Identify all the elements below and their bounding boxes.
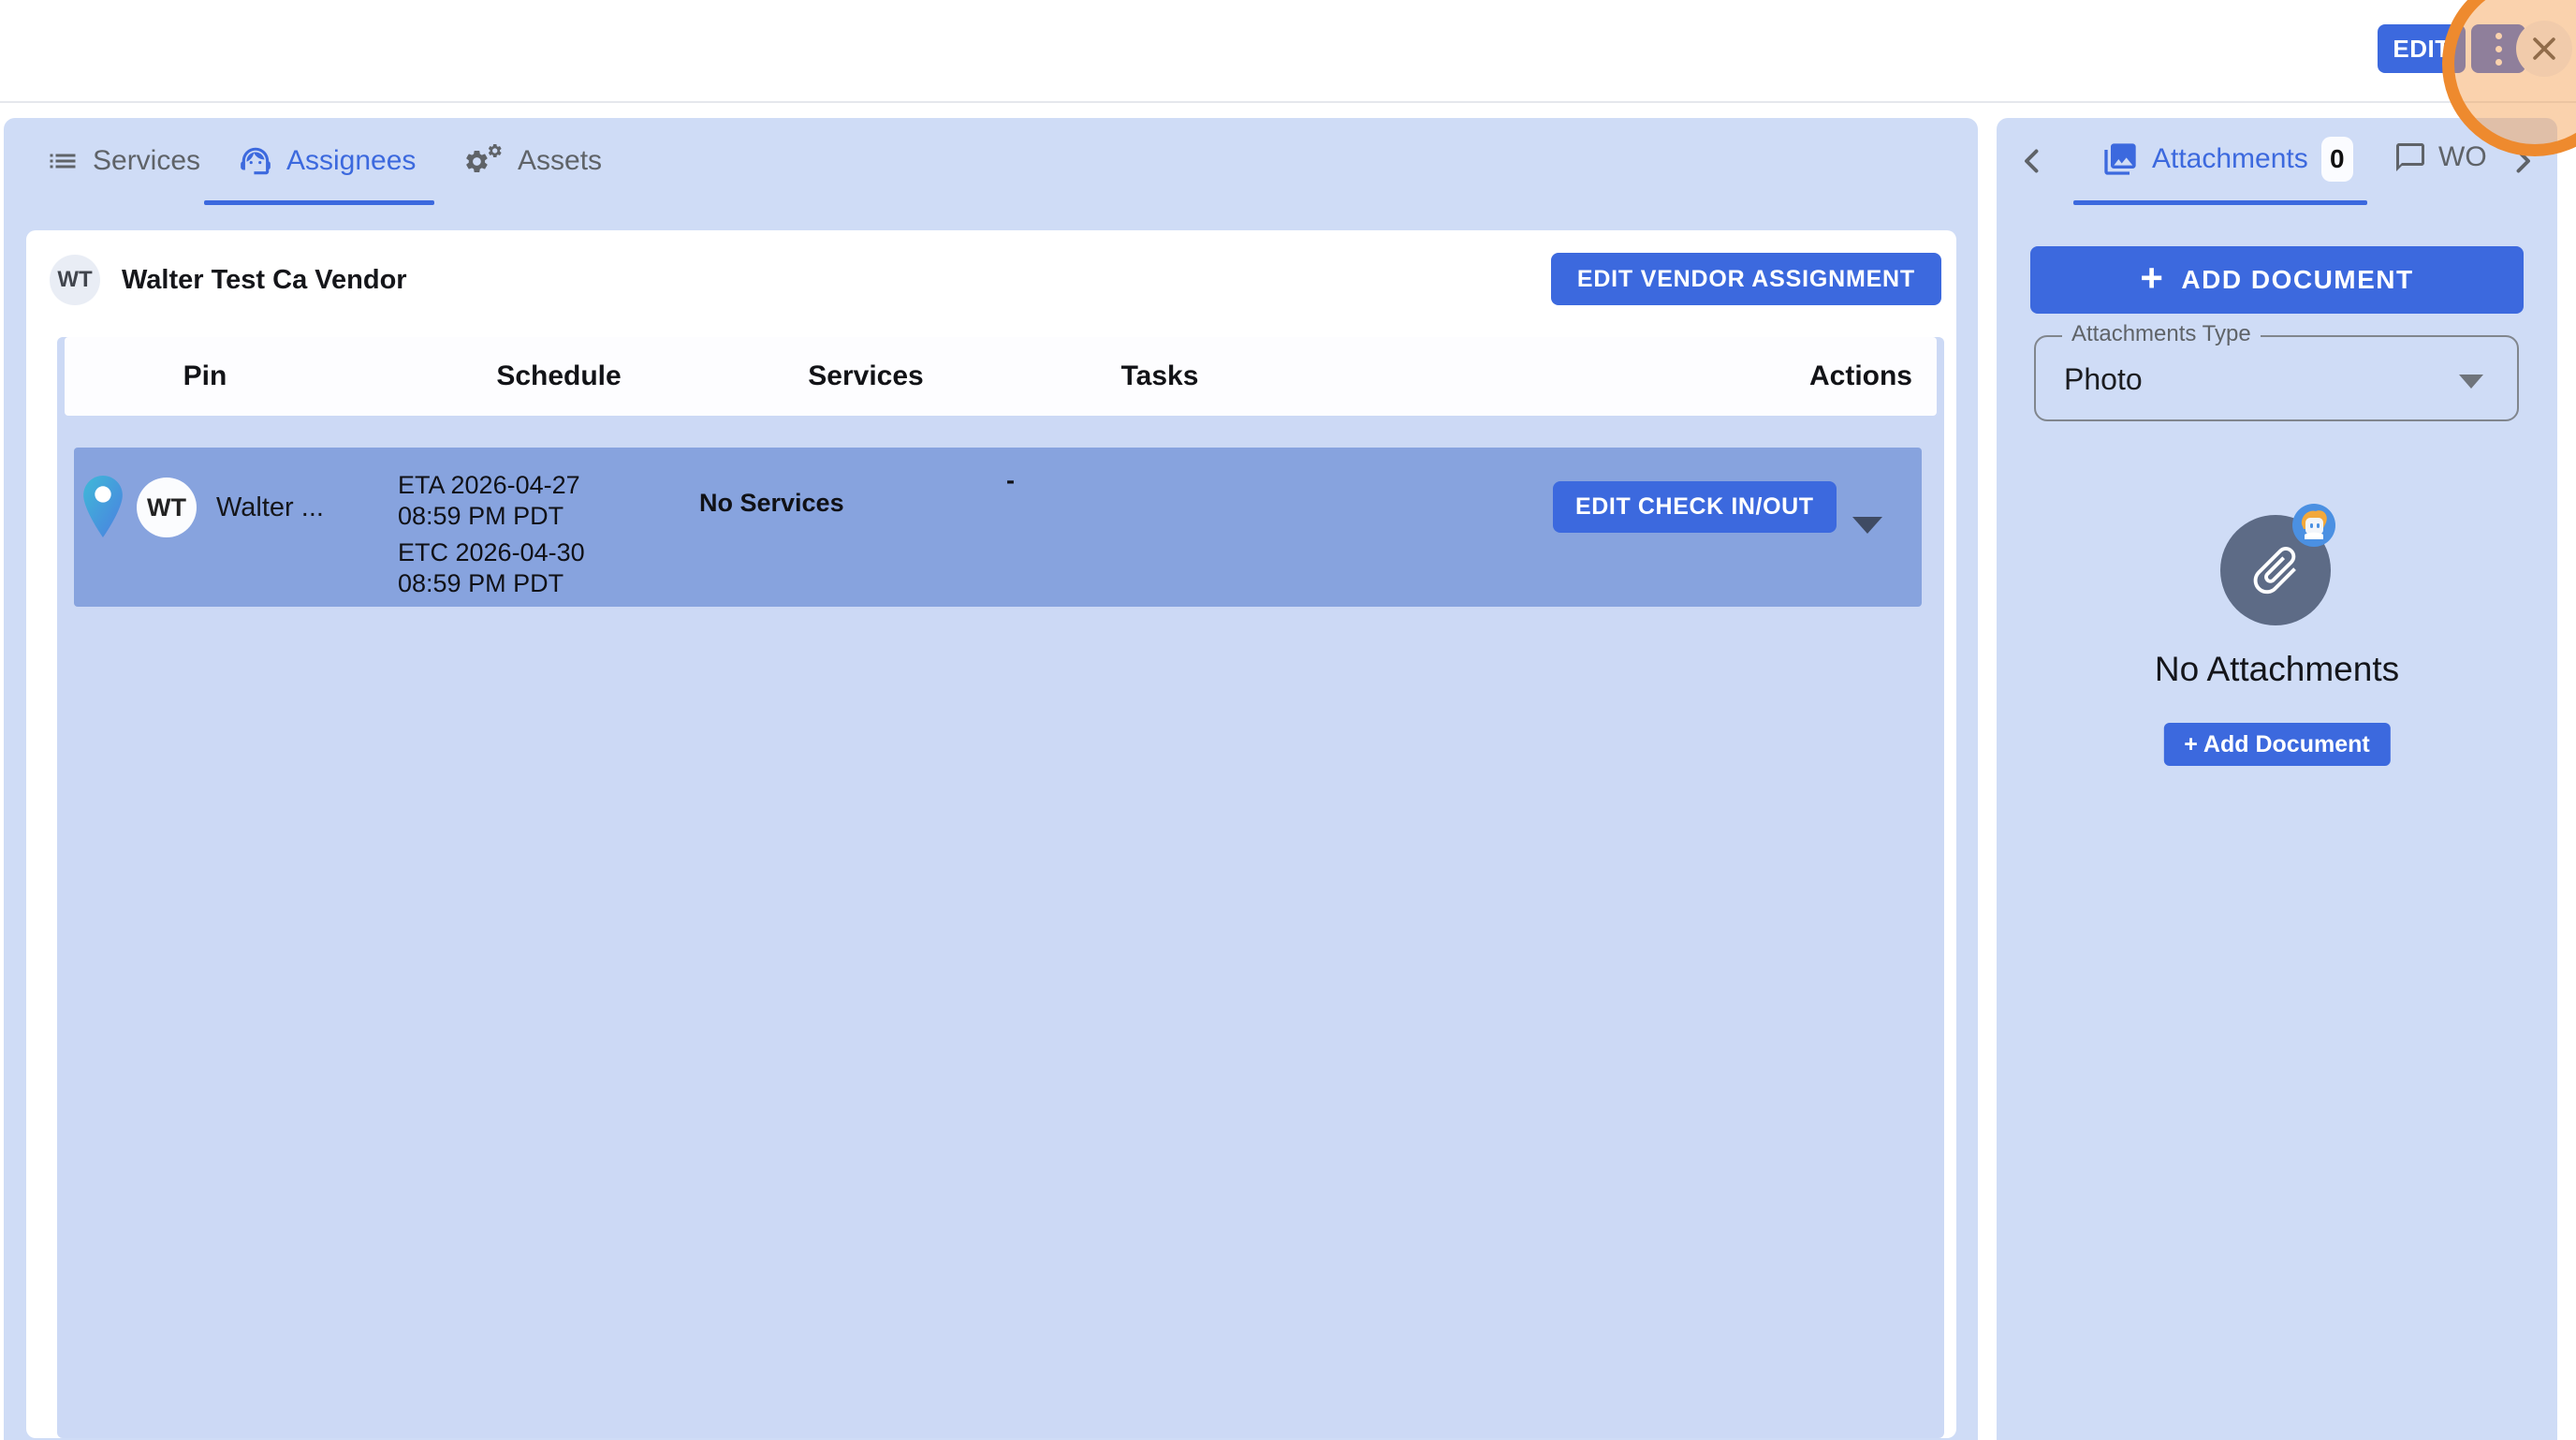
column-header-pin: Pin (183, 360, 227, 392)
column-header-actions: Actions (1809, 360, 1912, 392)
tab-label: WO (2438, 141, 2487, 173)
list-icon (46, 144, 80, 178)
side-panel-tabs: Attachments 0 WO (1997, 118, 2557, 208)
select-value: Photo (2064, 362, 2143, 397)
add-document-label: ADD DOCUMENT (2181, 265, 2413, 295)
edit-button[interactable]: EDIT (2378, 24, 2466, 73)
active-tab-indicator (2073, 200, 2367, 205)
expand-row-caret[interactable] (1852, 517, 1882, 534)
edit-vendor-assignment-button[interactable]: EDIT VENDOR ASSIGNMENT (1551, 253, 1941, 305)
services-cell: No Services (699, 489, 844, 518)
tab-wo[interactable]: WO (2393, 140, 2487, 174)
chevron-left-icon[interactable] (2015, 144, 2049, 178)
dot (2496, 59, 2502, 66)
tab-label: Assignees (286, 145, 416, 177)
column-header-schedule: Schedule (496, 360, 621, 392)
chat-bubble-icon (2393, 140, 2427, 174)
chevron-right-icon[interactable] (2506, 144, 2539, 178)
tasks-cell: - (1006, 466, 1015, 495)
vendor-avatar-initials: WT (57, 267, 92, 293)
vendor-card: WT Walter Test Ca Vendor EDIT VENDOR ASS… (26, 230, 1956, 1438)
tab-label: Services (93, 145, 200, 177)
eta-date: ETA 2026-04-27 (398, 470, 585, 501)
add-document-secondary-button[interactable]: + Add Document (2163, 723, 2390, 766)
close-icon (2528, 33, 2560, 65)
no-attachments-illustration (2220, 515, 2331, 625)
add-document-button[interactable]: + ADD DOCUMENT (2030, 246, 2524, 314)
attachments-count-badge: 0 (2321, 137, 2353, 182)
plus-icon: + (2140, 256, 2164, 301)
assignee-avatar: WT (137, 478, 197, 537)
assignee-name: Walter ... (216, 492, 324, 523)
select-label: Attachments Type (2062, 321, 2261, 347)
attachments-type-select[interactable]: Attachments Type Photo (2034, 335, 2519, 421)
assignee-row[interactable]: WT Walter ... ETA 2026-04-27 08:59 PM PD… (74, 448, 1922, 607)
work-order-panel: Services Assignees Assets (4, 118, 1978, 1440)
robot-mascot-icon (2292, 504, 2335, 547)
table-header-row: Pin Schedule Services Tasks Actions (65, 337, 1937, 416)
vendor-avatar: WT (50, 255, 100, 305)
tab-attachments[interactable]: Attachments 0 (2101, 137, 2353, 182)
tab-label: Assets (518, 145, 602, 177)
screen: EDIT Services Assignees (0, 0, 2576, 1440)
etc-time: 08:59 PM PDT (398, 568, 585, 599)
tab-assets[interactable]: Assets (463, 139, 602, 184)
assignee-avatar-initials: WT (147, 493, 186, 522)
active-tab-indicator (204, 200, 434, 205)
column-header-services: Services (808, 360, 923, 392)
column-header-tasks: Tasks (1121, 360, 1199, 392)
no-attachments-message: No Attachments (1997, 650, 2557, 689)
tab-services[interactable]: Services (46, 139, 200, 184)
top-bar: EDIT (0, 0, 2576, 103)
support-agent-icon (238, 143, 273, 179)
edit-check-in-out-button[interactable]: EDIT CHECK IN/OUT (1553, 481, 1837, 533)
assignees-table: Pin Schedule Services Tasks Actions (57, 337, 1944, 1438)
tab-assignees[interactable]: Assignees (238, 139, 416, 184)
dot (2496, 33, 2502, 39)
attachments-panel: Attachments 0 WO + ADD DOCUMENT Attachme… (1997, 118, 2557, 1440)
dropdown-caret-icon (2459, 375, 2483, 389)
tab-label: Attachments (2152, 143, 2308, 175)
eta-time: 08:59 PM PDT (398, 501, 585, 532)
close-button[interactable] (2516, 21, 2572, 77)
vendor-name: Walter Test Ca Vendor (122, 265, 407, 296)
map-pin-icon[interactable] (83, 476, 123, 537)
schedule-cell: ETA 2026-04-27 08:59 PM PDT ETC 2026-04-… (398, 470, 585, 599)
dot (2496, 46, 2502, 52)
etc-date: ETC 2026-04-30 (398, 537, 585, 568)
vendor-header: WT Walter Test Ca Vendor EDIT VENDOR ASS… (26, 230, 1956, 330)
gears-icon (463, 142, 505, 180)
photo-library-icon (2101, 140, 2139, 178)
